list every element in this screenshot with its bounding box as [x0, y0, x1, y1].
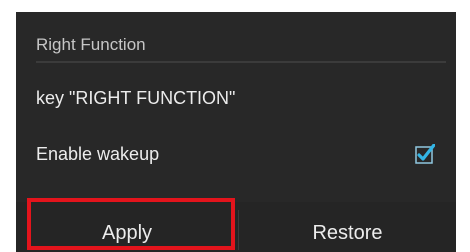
restore-button[interactable]: Restore: [239, 202, 456, 252]
title-divider: [36, 61, 446, 63]
dialog-title: Right Function: [36, 35, 146, 54]
enable-wakeup-checkbox[interactable]: [415, 144, 435, 164]
checkmark-icon: [415, 144, 435, 164]
button-bar: Apply Restore: [16, 202, 456, 252]
enable-wakeup-row[interactable]: Enable wakeup: [16, 130, 456, 180]
key-label: key "RIGHT FUNCTION": [36, 88, 236, 108]
dialog: Right Function key "RIGHT FUNCTION" Enab…: [16, 12, 456, 252]
apply-button[interactable]: Apply: [16, 202, 238, 252]
enable-wakeup-label: Enable wakeup: [36, 144, 160, 164]
